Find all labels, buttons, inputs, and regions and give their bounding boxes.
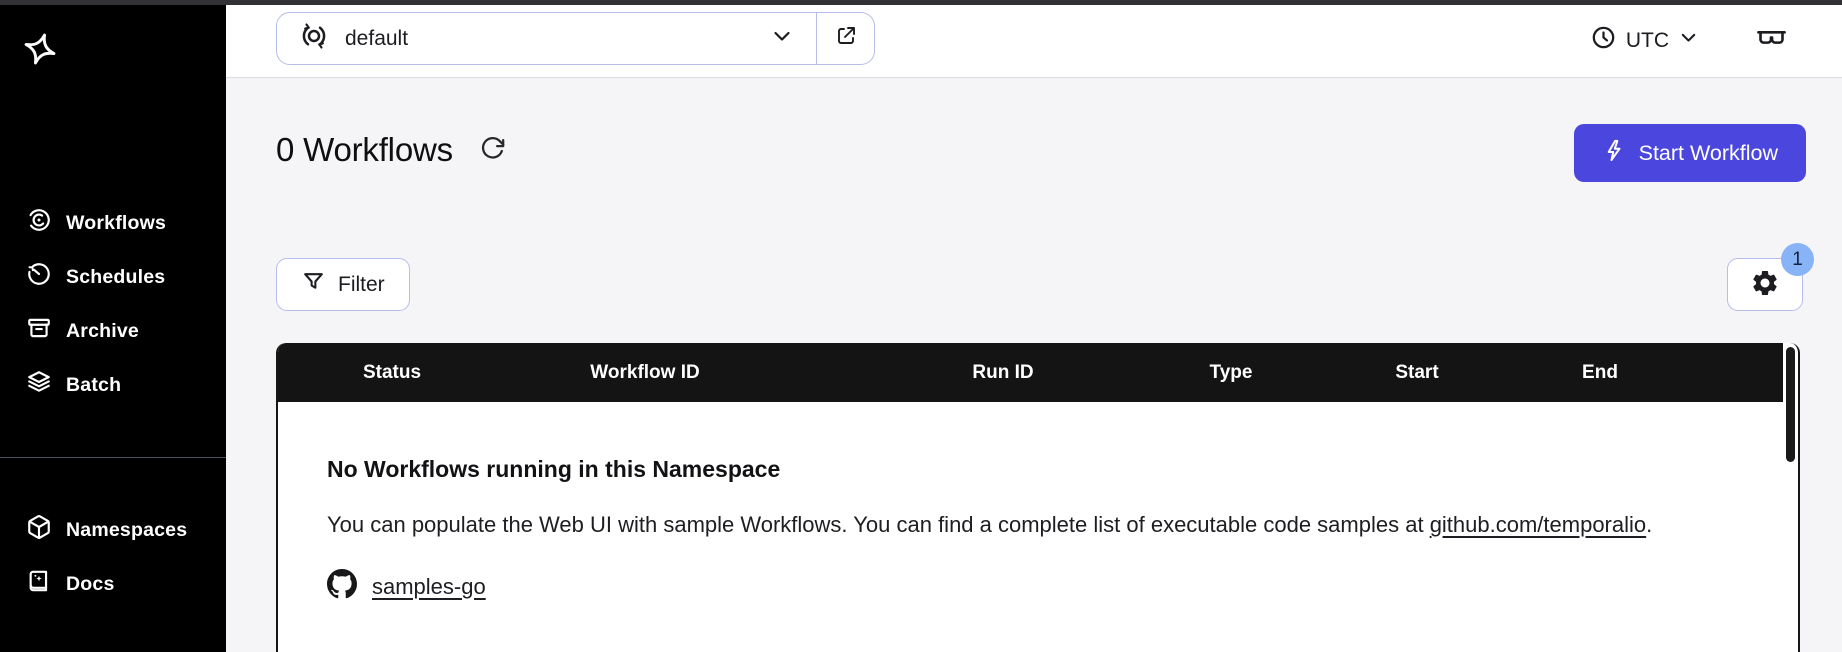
batch-layers-icon	[26, 369, 52, 401]
workflows-table-header: Status Workflow ID Run ID Type Start End	[278, 343, 1783, 402]
docs-book-icon	[26, 568, 52, 600]
table-scrollbar-thumb[interactable]	[1786, 347, 1795, 462]
column-header-type[interactable]: Type	[1210, 343, 1253, 402]
sidebar-item-label: Namespaces	[66, 518, 188, 541]
samples-go-link[interactable]: samples-go	[372, 574, 486, 600]
namespace-value: default	[345, 26, 409, 50]
table-config-button[interactable]: 1	[1727, 243, 1814, 311]
sidebar-item-label: Docs	[66, 572, 115, 595]
sidebar-item-label: Batch	[66, 373, 122, 396]
filter-funnel-icon	[301, 269, 326, 300]
github-icon	[327, 569, 357, 604]
sidebar-item-docs[interactable]: Docs	[0, 561, 226, 607]
timezone-select[interactable]: UTC	[1590, 24, 1699, 57]
column-header-end[interactable]: End	[1582, 343, 1618, 402]
glasses-icon	[1755, 22, 1788, 60]
column-header-start[interactable]: Start	[1395, 343, 1438, 402]
archive-box-icon	[26, 315, 52, 347]
topbar-right-cluster: UTC	[1590, 5, 1788, 76]
empty-state-body: You can populate the Web UI with sample …	[327, 508, 1712, 542]
page-title: 0 Workflows	[276, 131, 453, 168]
sample-repo-row: samples-go	[327, 569, 1738, 604]
lightning-bolt-icon	[1602, 138, 1627, 169]
config-count-badge: 1	[1781, 243, 1814, 276]
sidebar-nav-secondary: Namespaces Docs	[0, 507, 226, 607]
main-content: 0 Workflows Start Workflow Filter 1 Stat…	[226, 78, 1842, 652]
sidebar-item-namespaces[interactable]: Namespaces	[0, 507, 226, 553]
temporal-web-ui: Workflows Schedules Archive Batch Namesp…	[0, 0, 1842, 652]
namespace-switcher-group: default	[276, 12, 875, 65]
sidebar-item-batch[interactable]: Batch	[0, 362, 226, 408]
empty-state-title: No Workflows running in this Namespace	[327, 456, 781, 482]
sidebar-item-label: Workflows	[66, 211, 167, 234]
chevron-down-icon	[770, 24, 794, 54]
sidebar-item-archive[interactable]: Archive	[0, 308, 226, 354]
sidebar-item-label: Archive	[66, 319, 139, 342]
filter-label: Filter	[338, 272, 385, 296]
temporal-logo[interactable]	[22, 31, 58, 72]
labs-mode-button[interactable]	[1755, 22, 1788, 60]
chevron-down-icon	[1678, 27, 1699, 54]
sidebar-divider	[0, 457, 226, 458]
open-namespace-button[interactable]	[817, 12, 875, 65]
sidebar-item-label: Schedules	[66, 265, 166, 288]
refresh-button[interactable]	[477, 133, 508, 167]
start-workflow-label: Start Workflow	[1638, 140, 1778, 165]
workflows-spiral-icon	[26, 207, 52, 239]
timezone-label: UTC	[1625, 28, 1669, 52]
column-header-workflow-id[interactable]: Workflow ID	[590, 343, 699, 402]
namespace-switcher-icon	[299, 21, 329, 57]
sidebar-item-schedules[interactable]: Schedules	[0, 254, 226, 300]
refresh-icon	[479, 135, 506, 165]
filter-button[interactable]: Filter	[276, 258, 410, 311]
sidebar-nav-primary: Workflows Schedules Archive Batch	[0, 200, 226, 408]
workflows-table: Status Workflow ID Run ID Type Start End…	[276, 343, 1800, 652]
schedules-clock-icon	[26, 261, 52, 293]
external-link-icon	[834, 24, 858, 53]
empty-state-text-end: .	[1646, 512, 1653, 537]
namespace-select[interactable]: default	[276, 12, 817, 65]
sidebar-item-workflows[interactable]: Workflows	[0, 200, 226, 246]
topbar: default UTC	[226, 5, 1842, 78]
empty-state-text: You can populate the Web UI with sample …	[327, 512, 1430, 537]
start-workflow-button[interactable]: Start Workflow	[1573, 124, 1806, 182]
temporalio-github-link[interactable]: github.com/temporalio	[1430, 512, 1646, 537]
clock-icon	[1590, 24, 1617, 57]
gear-icon	[1750, 268, 1780, 301]
namespaces-cube-icon	[26, 514, 52, 546]
sidebar: Workflows Schedules Archive Batch Namesp…	[0, 5, 226, 652]
column-header-run-id[interactable]: Run ID	[972, 343, 1033, 402]
page-heading-row: 0 Workflows	[276, 131, 508, 169]
empty-state: No Workflows running in this Namespace Y…	[278, 402, 1798, 604]
column-header-status[interactable]: Status	[363, 343, 421, 402]
